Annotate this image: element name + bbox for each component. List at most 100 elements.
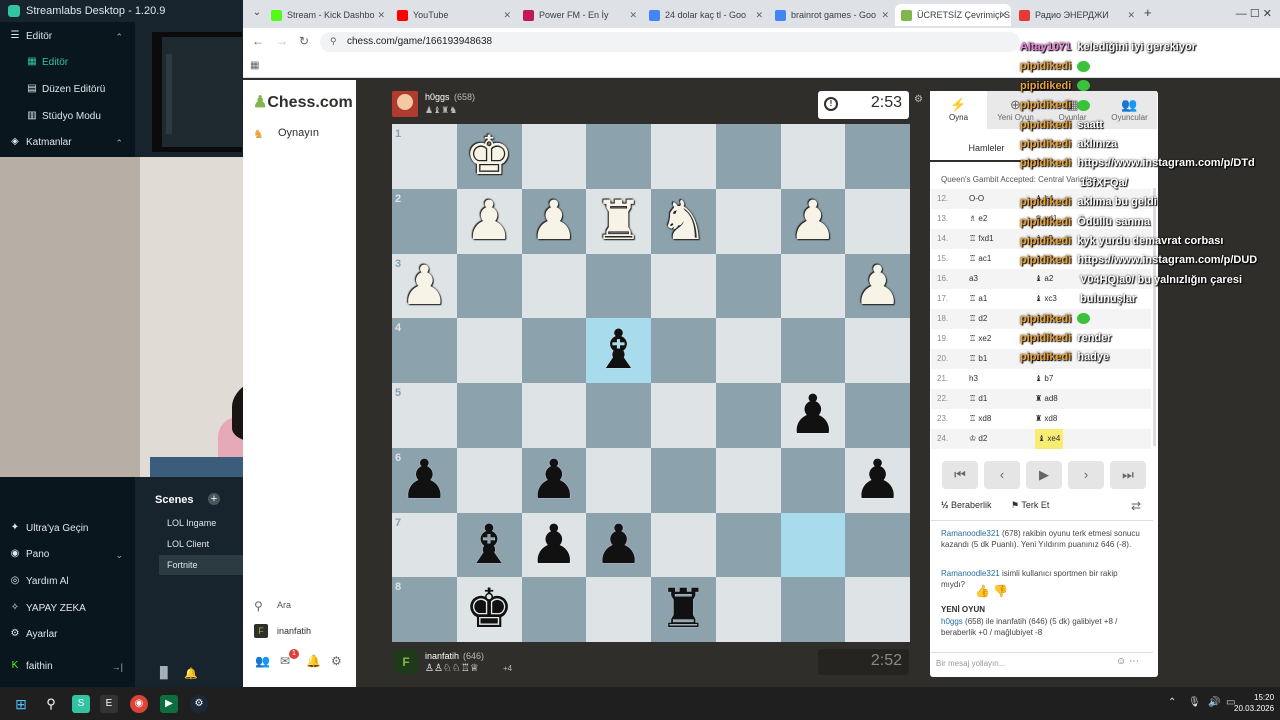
board-square[interactable] [780, 124, 846, 189]
browser-tab[interactable]: brainrot games - Goo ✕ [769, 4, 893, 26]
nav-studio-mode[interactable]: ▥ Stüdyo Modu [0, 105, 135, 129]
tray-up-icon[interactable]: ⌃ [1168, 697, 1176, 708]
window-controls[interactable]: — ☐ ✕ [1236, 0, 1272, 28]
white-move[interactable]: ♖ ac1 [969, 249, 991, 269]
chess-piece[interactable]: ♟ [845, 448, 910, 513]
nav-editor-group[interactable]: ☰ Editör ⌃ [0, 25, 135, 49]
chess-piece[interactable]: ♟ [522, 189, 587, 254]
close-tab-icon[interactable]: ✕ [377, 4, 385, 26]
board-square[interactable] [586, 124, 651, 189]
black-move[interactable]: ♜ xd8 [1035, 409, 1057, 429]
nav-layers[interactable]: ◈ Katmanlar ⌃ [0, 131, 135, 155]
white-move[interactable]: ♖ xe2 [969, 329, 991, 349]
steam-icon[interactable]: ⚙ [190, 695, 208, 713]
board-square[interactable] [845, 124, 910, 189]
panel-tab[interactable]: ⚡ Oyna [930, 91, 987, 129]
board-square[interactable] [521, 253, 587, 319]
white-move[interactable]: h3 [969, 369, 978, 389]
board-square[interactable] [715, 447, 781, 513]
scene-item[interactable]: LOL Ingame [159, 513, 243, 533]
board-square[interactable] [456, 447, 522, 513]
board-square[interactable] [715, 124, 781, 189]
white-move[interactable]: ♖ d2 [969, 309, 987, 329]
board-square[interactable] [392, 188, 457, 254]
board-square[interactable] [651, 447, 716, 513]
board-square[interactable] [845, 318, 910, 383]
back-icon[interactable]: ← [252, 34, 264, 48]
board-square[interactable] [651, 253, 716, 319]
board-square[interactable] [715, 512, 781, 578]
black-move[interactable]: ♝ b7 [1035, 369, 1053, 389]
log-user[interactable]: h0ggs [941, 617, 963, 626]
alert-icon[interactable]: 🔔 [184, 667, 198, 680]
resign-button[interactable]: ⚑ Terk Et [1011, 500, 1049, 511]
board-square[interactable] [521, 124, 587, 189]
browser-tab[interactable]: 24 dolar kaç tl - Goo ✕ [643, 4, 767, 26]
board-square[interactable] [651, 318, 716, 383]
nav-play[interactable]: Oynayın [278, 127, 319, 139]
board-square[interactable] [845, 512, 910, 578]
browser-tab[interactable]: YouTube ✕ [391, 4, 515, 26]
friends-icon[interactable]: 👥 [255, 654, 270, 668]
board-square[interactable] [651, 383, 716, 448]
search-icon[interactable]: ⚲ [42, 695, 60, 713]
board-settings-icon[interactable]: ⚙ [914, 94, 923, 105]
board-square[interactable] [392, 512, 457, 578]
site-info-icon[interactable]: ⚲ [330, 36, 337, 47]
board-square[interactable] [651, 512, 716, 578]
chat-emoji-icon[interactable]: ☺ ⋯ [1116, 656, 1139, 667]
nav-help[interactable]: ◎ Yardım Al [0, 570, 135, 594]
nav-ai[interactable]: ✧ YAPAY ZEKA [0, 597, 135, 621]
new-tab-icon[interactable]: + [1144, 5, 1152, 20]
white-move[interactable]: O-O [969, 189, 984, 209]
close-tab-icon[interactable]: ✕ [755, 4, 763, 26]
opponent-name[interactable]: h0ggs [425, 92, 450, 102]
chess-piece[interactable]: ♟ [781, 189, 846, 254]
draw-button[interactable]: ½ Beraberlik [941, 500, 992, 510]
thumbs-up-icon[interactable]: 👍 [975, 584, 990, 598]
moves-scrollbar[interactable] [1153, 188, 1156, 446]
search-link[interactable]: Ara [277, 600, 291, 610]
white-move[interactable]: a3 [969, 269, 978, 289]
browser-tab[interactable]: ÜCRETSİZ Çevrimiçi S ✕ [895, 4, 1011, 26]
board-square[interactable] [715, 188, 781, 254]
player-avatar[interactable]: F [394, 650, 418, 674]
board-square[interactable] [715, 253, 781, 319]
board-square[interactable] [456, 383, 522, 448]
board-square[interactable] [586, 383, 651, 448]
chess-piece[interactable]: ♜ [586, 189, 651, 254]
nav-layout-editor[interactable]: ▤ Düzen Editörü [0, 78, 135, 102]
log-user[interactable]: Ramanoodle321 [941, 529, 1000, 538]
board-square[interactable] [521, 383, 587, 448]
chess-piece[interactable]: ♟ [586, 513, 651, 578]
volume-icon[interactable]: 🔊 [1208, 697, 1220, 708]
user-faithin[interactable]: K faithin →| [0, 655, 135, 679]
chess-piece[interactable]: ♟ [845, 254, 910, 319]
reload-icon[interactable]: ↻ [299, 34, 309, 48]
user-avatar[interactable]: F [254, 624, 268, 638]
chess-piece[interactable]: ♟ [392, 448, 457, 513]
board-square[interactable] [392, 318, 457, 383]
chess-piece[interactable]: ♞ [651, 189, 716, 254]
opponent-avatar[interactable] [392, 91, 418, 117]
board-square[interactable] [392, 383, 457, 448]
chess-piece[interactable]: ♟ [392, 254, 457, 319]
nav-settings[interactable]: ⚙ Ayarlar [0, 623, 135, 647]
close-tab-icon[interactable]: ✕ [881, 4, 889, 26]
board-square[interactable] [586, 447, 651, 513]
url-text[interactable]: chess.com/game/166193948638 [347, 32, 492, 52]
settings-gear-icon[interactable]: ⚙ [331, 654, 342, 668]
nav-editor[interactable]: ▦ Editör [0, 51, 135, 75]
logout-icon[interactable]: →| [112, 655, 123, 679]
chess-piece[interactable]: ♟ [522, 448, 587, 513]
white-move[interactable]: ♖ xd8 [969, 409, 991, 429]
chess-piece[interactable]: ♝ [457, 513, 522, 578]
system-clock[interactable]: 15:20 20.03.2026 [1234, 692, 1274, 714]
white-move[interactable]: ♖ a1 [969, 289, 987, 309]
browser-tab[interactable]: Power FM - En İy ✕ [517, 4, 641, 26]
chess-piece[interactable]: ♟ [457, 189, 522, 254]
scene-item-active[interactable]: Fortnite [159, 555, 243, 575]
chess-board[interactable]: ♚ ♟ ♟ ♜ ♞ ♟ ♟ ♟ ♝ ♟ ♟ ♟ ♟ ♝ ♟ ♟ ♚ ♜ 1 2 3 4 5 6 7 8 h g f e d c b a [392, 124, 910, 642]
close-tab-icon[interactable]: ✕ [999, 4, 1007, 26]
chess-piece[interactable]: ♟ [781, 383, 846, 448]
